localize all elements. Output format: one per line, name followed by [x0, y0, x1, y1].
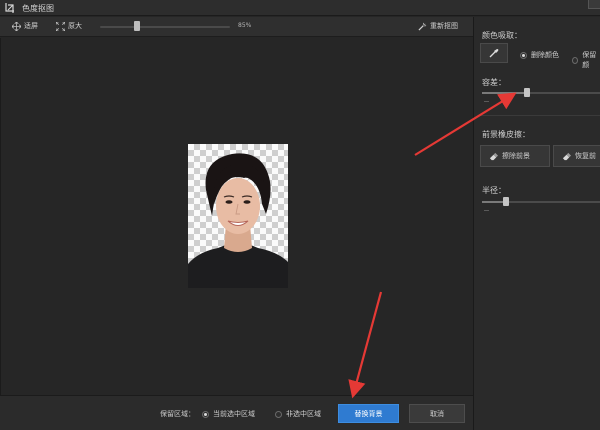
settings-panel: 颜色吸取： 删除颜色 保留颜 容差： 前景橡皮擦： 擦除前景 恢复前 半径：	[473, 17, 600, 430]
tolerance-slider-fill	[482, 92, 527, 94]
redo-cutout-label: 重新抠图	[430, 22, 458, 30]
redo-cutout-icon	[418, 22, 427, 31]
chroma-cutout-window: 色度抠图 适屏 原大 85% 重新抠图 保留区域： 当前选中区域 非选中区域 替…	[0, 0, 600, 430]
section-divider	[478, 115, 600, 116]
radio-dot-unselected[interactable]	[572, 56, 579, 64]
original-size-button[interactable]: 原大	[56, 21, 82, 31]
radius-slider-track[interactable]	[482, 201, 600, 203]
radio-current-area[interactable]: 当前选中区域	[202, 409, 255, 419]
zoom-slider-track[interactable]	[100, 26, 230, 28]
portrait-image	[188, 153, 288, 288]
erase-foreground-button[interactable]: 擦除前景	[480, 145, 550, 167]
eyedropper-button[interactable]	[480, 43, 508, 63]
crop-icon	[5, 3, 14, 13]
zoom-slider-thumb[interactable]	[134, 21, 140, 31]
window-menu-button[interactable]	[588, 0, 600, 9]
original-size-label: 原大	[68, 22, 82, 30]
remove-color-label: 删除颜色	[531, 51, 559, 59]
tolerance-slider-track[interactable]	[482, 92, 600, 94]
radio-dot-unselected[interactable]	[275, 410, 282, 418]
fit-screen-label: 适屏	[24, 22, 38, 30]
fit-screen-icon	[12, 21, 21, 31]
radius-title: 半径：	[482, 186, 506, 195]
current-area-label: 当前选中区域	[213, 410, 255, 418]
radio-keep-color[interactable]: 保留颜	[572, 50, 600, 70]
fit-screen-button[interactable]: 适屏	[12, 21, 38, 31]
original-size-icon	[56, 21, 65, 31]
window-title: 色度抠图	[22, 4, 54, 13]
radio-dot-selected[interactable]	[202, 410, 209, 418]
bottom-bar: 保留区域： 当前选中区域 非选中区域	[0, 395, 473, 430]
non-area-label: 非选中区域	[286, 410, 321, 418]
eraser-icon	[489, 152, 498, 160]
eyedropper-icon	[489, 49, 499, 58]
toolbar: 适屏 原大 85% 重新抠图	[0, 17, 473, 37]
radius-tick	[484, 210, 489, 211]
radius-slider-thumb[interactable]	[503, 197, 509, 206]
eraser-icon	[562, 152, 571, 160]
restore-foreground-button[interactable]: 恢复前	[553, 145, 600, 167]
foreground-eraser-title: 前景橡皮擦：	[482, 130, 530, 139]
radio-non-selected-area[interactable]: 非选中区域	[275, 409, 321, 419]
tolerance-slider-thumb[interactable]	[524, 88, 530, 97]
title-bar: 色度抠图	[0, 0, 600, 16]
cancel-button[interactable]: 取消	[409, 404, 465, 423]
keep-color-label: 保留颜	[582, 51, 597, 69]
tolerance-tick	[484, 101, 489, 102]
color-pick-title: 颜色吸取：	[482, 31, 522, 40]
erase-foreground-label: 擦除前景	[502, 152, 530, 160]
tolerance-title: 容差：	[482, 78, 506, 87]
restore-foreground-label: 恢复前	[575, 152, 596, 160]
radio-dot-selected[interactable]	[520, 51, 527, 59]
portrait-photo	[188, 144, 288, 288]
keep-area-label: 保留区域：	[160, 410, 195, 418]
zoom-value: 85%	[238, 22, 252, 29]
replace-background-button[interactable]: 替换背景	[338, 404, 399, 423]
redo-cutout-button[interactable]: 重新抠图	[418, 21, 458, 31]
radio-remove-color[interactable]: 删除颜色	[520, 50, 559, 60]
